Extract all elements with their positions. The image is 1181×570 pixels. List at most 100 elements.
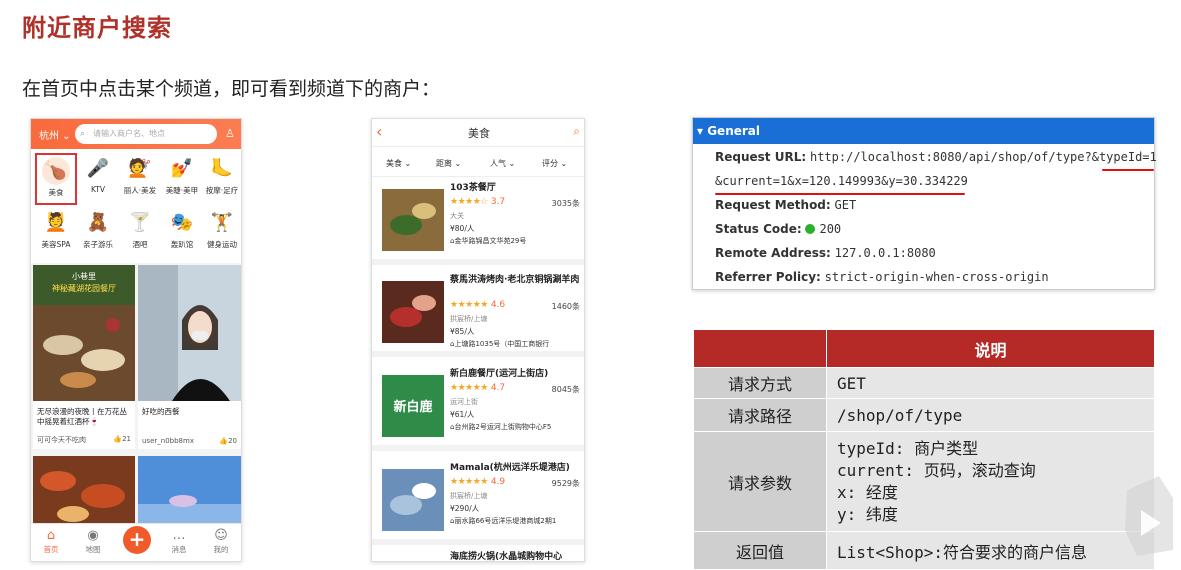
category-item[interactable]: 🧸 亲子游乐 bbox=[77, 207, 119, 259]
blog-card[interactable]: 小巷里 神秘藏湖花园餐厅 无尽浪漫的夜晚丨在万花丛中摇晃着红酒杯🍷 可可今天不吃… bbox=[33, 265, 135, 449]
nav-map[interactable]: ◉ 地图 bbox=[77, 528, 109, 555]
filter-type[interactable]: 美食 ⌄ bbox=[386, 158, 411, 169]
request-url-continued: &current=1&x=120.149993&y=30.334229 bbox=[715, 174, 968, 188]
shop-item[interactable]: 新白鹿 新白鹿餐厅(运河上街店) ★★★★★ 4.7 8045条 运河上街 ¥61/人 ⌂台州… bbox=[372, 365, 584, 451]
shop-photo bbox=[382, 189, 444, 251]
table-row: 请求方式 GET bbox=[693, 367, 1155, 399]
message-icon: … bbox=[172, 528, 186, 543]
shop-address-text: 金华路锦昌文华苑29号 bbox=[454, 237, 527, 245]
category-label: 按摩·足疗 bbox=[205, 186, 239, 195]
shop-score: 3.7 bbox=[490, 197, 506, 207]
star-icons: ★★★★★ bbox=[450, 477, 488, 487]
category-label: 亲子游乐 bbox=[83, 240, 113, 249]
user-icon[interactable]: ♙ bbox=[225, 127, 235, 140]
category-icon: 🧸 bbox=[84, 209, 112, 237]
category-icon: 💆 bbox=[42, 209, 70, 237]
shop-item[interactable]: 103茶餐厅 ★★★★☆ 3.7 3035条 大关 ¥80/人 ⌂金华路锦昌文华苑29号 bbox=[372, 179, 584, 265]
category-icon: 💅 bbox=[168, 155, 196, 183]
param-line: x: 经度 bbox=[837, 482, 898, 502]
nav-label: 我的 bbox=[213, 545, 229, 554]
category-item[interactable]: 🦶 按摩·足疗 bbox=[201, 153, 241, 205]
category-item[interactable]: 🍸 酒吧 bbox=[119, 207, 161, 259]
search-input[interactable]: ⌕ 请输入商户名、地点 bbox=[75, 124, 217, 144]
status-code-row: Status Code: 200 bbox=[715, 222, 841, 236]
table-key: 请求方式 bbox=[693, 367, 827, 399]
status-ok-icon bbox=[805, 224, 816, 234]
status-code-value: 200 bbox=[819, 222, 842, 236]
blog-title: 好吃的西餐 bbox=[142, 407, 180, 416]
request-url-label: Request URL: bbox=[715, 150, 807, 164]
table-value: GET bbox=[826, 367, 1155, 399]
nav-label: 首页 bbox=[43, 545, 59, 554]
shop-area: 大关 bbox=[450, 212, 464, 220]
shop-photo: 新白鹿 bbox=[382, 375, 444, 437]
table-row: 请求参数 typeId: 商户类型 current: 页码，滚动查询 x: 经度… bbox=[693, 431, 1155, 532]
shop-name[interactable]: 海底捞火锅(水晶城购物中心 bbox=[450, 549, 562, 561]
shop-item[interactable]: Mamala(杭州远洋乐堤港店) ★★★★★ 4.9 9529条 拱宸桥/上塘 ¥290/… bbox=[372, 459, 584, 545]
search-icon[interactable]: ⌕ bbox=[573, 124, 580, 139]
shop-address: ⌂金华路锦昌文华苑29号 bbox=[450, 236, 526, 246]
category-label: 丽人·美发 bbox=[123, 186, 157, 195]
category-label: 美容SPA bbox=[41, 240, 71, 249]
shop-name: 蔡馬洪涛烤肉·老北京铜锅涮羊肉 bbox=[450, 275, 580, 285]
category-icon: 🦶 bbox=[208, 155, 236, 183]
category-item[interactable]: 💇 丽人·美发 bbox=[119, 153, 161, 205]
shop-address-text: 台州路2号运河上街购物中心F5 bbox=[454, 423, 552, 431]
category-label: KTV bbox=[90, 185, 106, 194]
nav-label: 地图 bbox=[85, 545, 101, 554]
star-icons: ★★★★★ bbox=[450, 300, 488, 310]
nav-home[interactable]: ⌂ 首页 bbox=[35, 528, 67, 555]
shop-comments: 3035条 bbox=[551, 199, 580, 208]
table-key: 请求路径 bbox=[693, 398, 827, 432]
request-method-label: Request Method: bbox=[715, 198, 831, 212]
blog-card[interactable]: 好吃的西餐 user_n0bb8mx 👍20 bbox=[138, 265, 241, 449]
blog-user-row: 可可今天不吃肉 👍21 bbox=[33, 435, 135, 445]
shop-area: 拱宸桥/上塘 bbox=[450, 492, 488, 500]
category-item[interactable]: 🎭 轰趴馆 bbox=[161, 207, 203, 259]
add-blog-button[interactable]: + bbox=[123, 526, 151, 554]
general-section-toggle[interactable]: ▾ General bbox=[693, 118, 1154, 144]
category-item[interactable]: 🍗 美食 bbox=[35, 153, 77, 205]
category-icon: 💇 bbox=[126, 155, 154, 183]
star-icons: ★★★★☆ bbox=[450, 197, 488, 207]
category-label: 美食 bbox=[48, 188, 64, 197]
shop-score: 4.6 bbox=[490, 300, 506, 310]
blog-likes[interactable]: 👍21 bbox=[113, 435, 131, 443]
blog-card[interactable] bbox=[138, 456, 241, 526]
blog-image-portrait bbox=[138, 265, 241, 401]
nav-message[interactable]: … 消息 bbox=[163, 528, 195, 555]
filter-rating[interactable]: 评分 ⌄ bbox=[542, 158, 567, 169]
page-title: 附近商户搜索 bbox=[22, 14, 172, 42]
category-item[interactable]: 🎤 KTV bbox=[77, 153, 119, 205]
svg-text:新白鹿: 新白鹿 bbox=[393, 399, 432, 415]
filter-distance[interactable]: 距离 ⌄ bbox=[436, 158, 461, 169]
request-url-row: Request URL: http://localhost:8080/api/s… bbox=[715, 150, 1157, 164]
category-item[interactable]: 🏋 健身运动 bbox=[201, 207, 241, 259]
shop-item[interactable]: 蔡馬洪涛烤肉·老北京铜锅涮羊肉 ★★★★★ 4.6 1460条 拱宸桥/上塘 ¥85/人 ⌂… bbox=[372, 271, 584, 357]
category-item[interactable]: 💆 美容SPA bbox=[35, 207, 77, 259]
blog-user: user_n0bb8mx bbox=[142, 437, 194, 445]
category-item[interactable]: 💅 美睫·美甲 bbox=[161, 153, 203, 205]
city-selector[interactable]: 杭州 ⌄ bbox=[39, 127, 71, 142]
blog-title: 无尽浪漫的夜晚丨在万花丛中摇晃着红酒杯🍷 bbox=[37, 407, 127, 426]
card-overlay-line2: 神秘藏湖花园餐厅 bbox=[52, 283, 116, 293]
table-row: 返回值 List<Shop>:符合要求的商户信息 bbox=[693, 531, 1155, 570]
referrer-policy-value: strict-origin-when-cross-origin bbox=[824, 270, 1049, 284]
category-label: 健身运动 bbox=[207, 240, 237, 249]
blog-card[interactable] bbox=[33, 456, 135, 526]
blog-likes[interactable]: 👍20 bbox=[219, 437, 237, 445]
nav-profile[interactable]: ☺ 我的 bbox=[205, 528, 237, 555]
slide: 附近商户搜索 在首页中点击某个频道，即可看到频道下的商户： 杭州 ⌄ ⌕ 请输入… bbox=[0, 0, 1181, 570]
referrer-policy-label: Referrer Policy: bbox=[715, 270, 821, 284]
home-top-bar: 杭州 ⌄ ⌕ 请输入商户名、地点 ♙ bbox=[31, 119, 241, 149]
shop-area: 运河上街 bbox=[450, 398, 478, 406]
shop-name: 新白鹿餐厅(运河上街店) bbox=[450, 369, 549, 379]
shop-rating: ★★★★★ 4.7 bbox=[450, 383, 505, 393]
remote-address-row: Remote Address: 127.0.0.1:8080 bbox=[715, 246, 936, 260]
card-overlay-line1: 小巷里 bbox=[72, 272, 96, 281]
intro-text: 在首页中点击某个频道，即可看到频道下的商户： bbox=[22, 78, 441, 100]
shop-name: 103茶餐厅 bbox=[450, 183, 496, 193]
filter-popularity[interactable]: 人气 ⌄ bbox=[490, 158, 515, 169]
status-code-label: Status Code: bbox=[715, 222, 802, 236]
watermark-logo bbox=[1125, 476, 1173, 556]
